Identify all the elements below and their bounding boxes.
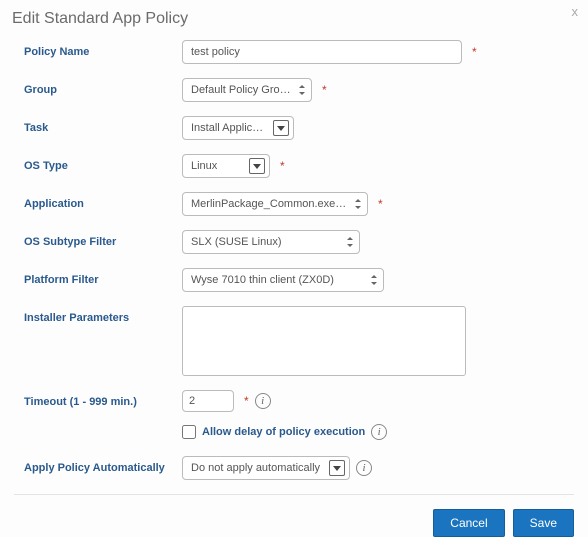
os-subtype-select[interactable]: SLX (SUSE Linux) bbox=[182, 230, 360, 254]
os-type-select[interactable]: Linux bbox=[182, 154, 270, 178]
required-marker: * bbox=[280, 159, 285, 173]
cancel-button[interactable]: Cancel bbox=[433, 509, 504, 537]
info-icon[interactable]: i bbox=[356, 460, 372, 476]
label-installer-params: Installer Parameters bbox=[24, 306, 182, 324]
save-button[interactable]: Save bbox=[513, 509, 574, 537]
label-policy-name: Policy Name bbox=[24, 40, 182, 58]
form: Policy Name * Group Default Policy Group… bbox=[0, 40, 588, 480]
application-select-value: MerlinPackage_Common.exe (Loc bbox=[191, 198, 347, 210]
task-select-value: Install Application bbox=[191, 122, 267, 134]
info-icon[interactable]: i bbox=[255, 393, 271, 409]
policy-name-input[interactable] bbox=[182, 40, 462, 64]
os-subtype-select-value: SLX (SUSE Linux) bbox=[191, 236, 339, 248]
installer-params-textarea[interactable] bbox=[182, 306, 466, 376]
chevron-updown-icon bbox=[345, 236, 355, 248]
label-os-subtype: OS Subtype Filter bbox=[24, 230, 182, 248]
group-select-value: Default Policy Group bbox=[191, 84, 291, 96]
label-task: Task bbox=[24, 116, 182, 134]
apply-auto-select[interactable]: Do not apply automatically bbox=[182, 456, 350, 480]
dialog-title: Edit Standard App Policy bbox=[0, 0, 588, 40]
chevron-down-icon bbox=[329, 460, 345, 476]
label-os-type: OS Type bbox=[24, 154, 182, 172]
label-group: Group bbox=[24, 78, 182, 96]
apply-auto-select-value: Do not apply automatically bbox=[191, 462, 323, 474]
close-icon[interactable]: x bbox=[572, 4, 579, 19]
chevron-updown-icon bbox=[297, 84, 307, 96]
chevron-updown-icon bbox=[353, 198, 363, 210]
allow-delay-checkbox[interactable] bbox=[182, 425, 196, 439]
required-marker: * bbox=[378, 197, 383, 211]
label-platform-filter: Platform Filter bbox=[24, 268, 182, 286]
chevron-updown-icon bbox=[369, 274, 379, 286]
label-apply-auto: Apply Policy Automatically bbox=[24, 456, 182, 474]
label-application: Application bbox=[24, 192, 182, 210]
chevron-down-icon bbox=[273, 120, 289, 136]
label-timeout: Timeout (1 - 999 min.) bbox=[24, 390, 182, 408]
footer: Cancel Save bbox=[0, 495, 588, 537]
required-marker: * bbox=[472, 45, 477, 59]
required-marker: * bbox=[322, 83, 327, 97]
chevron-down-icon bbox=[249, 158, 265, 174]
task-select[interactable]: Install Application bbox=[182, 116, 294, 140]
timeout-input[interactable] bbox=[182, 390, 234, 412]
platform-filter-select-value: Wyse 7010 thin client (ZX0D) bbox=[191, 274, 363, 286]
allow-delay-label: Allow delay of policy execution bbox=[202, 426, 365, 438]
info-icon[interactable]: i bbox=[371, 424, 387, 440]
platform-filter-select[interactable]: Wyse 7010 thin client (ZX0D) bbox=[182, 268, 384, 292]
group-select[interactable]: Default Policy Group bbox=[182, 78, 312, 102]
os-type-select-value: Linux bbox=[191, 160, 243, 172]
application-select[interactable]: MerlinPackage_Common.exe (Loc bbox=[182, 192, 368, 216]
required-marker: * bbox=[244, 394, 249, 408]
